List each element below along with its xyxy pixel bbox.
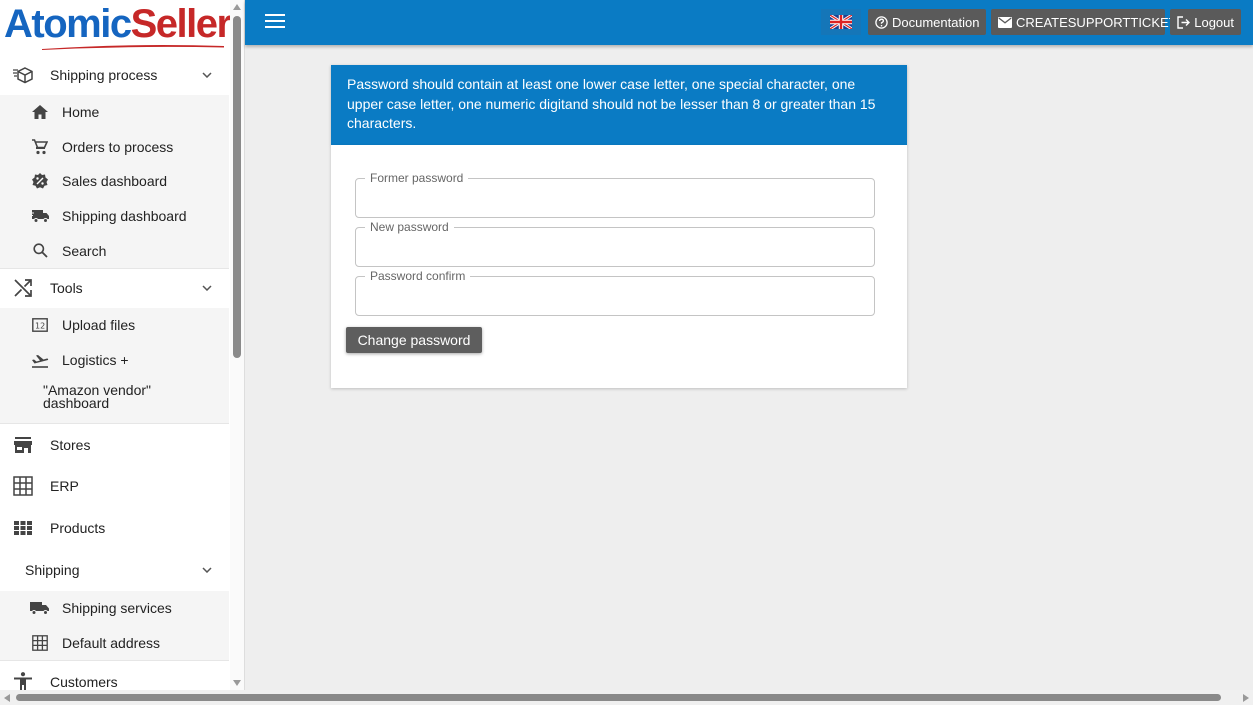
password-confirm-label: Password confirm: [365, 269, 471, 283]
horizontal-scrollbar[interactable]: [0, 690, 1253, 705]
grid-icon: [30, 633, 50, 653]
logo-swoosh-icon: [42, 45, 224, 50]
menu-item-label: Stores: [50, 436, 91, 453]
menu-group-label: Shipping process: [50, 67, 158, 83]
sidebar-item-shipping-dashboard[interactable]: Shipping dashboard: [0, 199, 229, 234]
scroll-right-arrow-icon[interactable]: [1243, 694, 1249, 702]
grid-icon: [12, 475, 34, 497]
menu-item-label: ERP: [50, 478, 79, 495]
menu-group-tools[interactable]: Tools: [0, 267, 229, 308]
sidebar-item-label: Logistics +: [62, 351, 129, 368]
sidebar: AtomicSeller Shipping process Home Order…: [0, 0, 245, 690]
home-icon: [30, 102, 50, 122]
menu-group-label: Tools: [50, 280, 83, 297]
sidebar-item-customers[interactable]: Customers: [0, 660, 229, 690]
truck-icon: [30, 598, 50, 618]
menu-group-shipping[interactable]: Shipping: [0, 549, 229, 592]
logout-icon: [1177, 15, 1191, 29]
sidebar-item-shipping-services[interactable]: Shipping services: [0, 591, 229, 626]
logo-part-seller: Seller: [130, 2, 232, 46]
search-icon: [30, 241, 50, 261]
sidebar-scrollbar-thumb[interactable]: [233, 16, 241, 358]
sidebar-item-home[interactable]: Home: [0, 95, 229, 130]
hamburger-menu-icon[interactable]: [265, 14, 285, 30]
shipping-process-items: Home Orders to process Sales dashboard S…: [0, 95, 229, 268]
sidebar-item-label: Upload files: [62, 317, 136, 334]
box-list-icon: [12, 64, 34, 86]
password-rules-alert: Password should contain at least one low…: [331, 65, 907, 145]
language-button[interactable]: [821, 9, 861, 35]
logo-part-atomic: Atomic: [4, 2, 132, 46]
former-password-field: Former password: [355, 171, 875, 218]
sidebar-item-products[interactable]: Products: [0, 507, 229, 550]
sidebar-item-label: Search: [62, 242, 107, 259]
sidebar-item-default-address[interactable]: Default address: [0, 626, 229, 661]
chevron-down-icon[interactable]: [197, 560, 217, 580]
scroll-left-arrow-icon[interactable]: [4, 694, 10, 702]
change-password-card: Former password New password Password co…: [331, 145, 907, 388]
tools-items: 12 Upload files Logistics + "Amazon vend…: [0, 307, 229, 424]
number-box-icon: 12: [30, 315, 50, 335]
sidebar-item-label: Shipping dashboard: [62, 208, 187, 225]
scroll-down-arrow-icon[interactable]: [233, 680, 241, 686]
change-password-button[interactable]: Change password: [346, 327, 482, 353]
menu-item-label: Products: [50, 520, 106, 537]
truck-fast-icon: [30, 206, 50, 226]
sidebar-item-amazon-vendor-dashboard[interactable]: "Amazon vendor" dashboard: [0, 377, 229, 423]
chevron-down-icon[interactable]: [197, 65, 217, 85]
create-support-ticket-label: CREATESUPPORTTICKET: [1016, 14, 1177, 30]
sidebar-item-sales-dashboard[interactable]: Sales dashboard: [0, 164, 229, 199]
mail-icon: [998, 15, 1012, 29]
password-rules-text: Password should contain at least one low…: [347, 76, 876, 131]
sidebar-item-erp[interactable]: ERP: [0, 465, 229, 508]
store-icon: [12, 434, 34, 456]
sidebar-scrollbar[interactable]: [230, 0, 244, 690]
badge-percent-icon: [30, 171, 50, 191]
cart-icon: [30, 137, 50, 157]
help-circle-icon: [875, 15, 888, 29]
accessibility-icon: [12, 671, 34, 690]
sidebar-item-upload-files[interactable]: 12 Upload files: [0, 308, 229, 343]
sidebar-item-label: "Amazon vendor" dashboard: [43, 382, 151, 412]
new-password-field: New password: [355, 220, 875, 267]
documentation-label: Documentation: [892, 14, 980, 30]
documentation-button[interactable]: Documentation: [868, 9, 986, 35]
create-support-ticket-button[interactable]: CREATESUPPORTTICKET: [991, 9, 1177, 35]
menu-group-shipping-process[interactable]: Shipping process: [0, 55, 229, 95]
sidebar-item-label: Home: [62, 104, 100, 121]
sidebar-item-label: Sales dashboard: [62, 173, 168, 190]
menu-shipping-process: Shipping process Home Orders to process …: [0, 55, 229, 690]
svg-text:12: 12: [35, 322, 45, 331]
logout-button[interactable]: Logout: [1170, 9, 1241, 35]
logo-text: AtomicSeller: [4, 2, 232, 46]
logout-label: Logout: [1194, 14, 1234, 30]
flight-takeoff-icon: [30, 350, 50, 370]
sidebar-item-orders-to-process[interactable]: Orders to process: [0, 130, 229, 165]
apps-icon: [12, 517, 34, 539]
former-password-label: Former password: [365, 171, 469, 185]
shipping-items: Shipping services Default address: [0, 591, 229, 661]
new-password-label: New password: [365, 220, 454, 234]
sidebar-item-label: Orders to process: [62, 138, 174, 155]
sidebar-item-stores[interactable]: Stores: [0, 423, 229, 466]
menu-group-label: Shipping: [25, 562, 80, 579]
sidebar-item-label: Default address: [62, 635, 161, 652]
sidebar-item-label: Shipping services: [62, 600, 172, 617]
sidebar-item-search[interactable]: Search: [0, 233, 229, 268]
topbar: Documentation CREATESUPPORTTICKET Logout: [245, 0, 1253, 45]
password-confirm-field: Password confirm: [355, 269, 875, 316]
uk-flag-icon: [830, 15, 852, 29]
horizontal-scrollbar-thumb[interactable]: [16, 694, 1221, 701]
chevron-down-icon[interactable]: [197, 278, 217, 298]
menu-item-label: Customers: [50, 673, 118, 690]
shuffle-icon: [12, 277, 34, 299]
scroll-up-arrow-icon[interactable]: [233, 4, 241, 10]
sidebar-item-logistics[interactable]: Logistics +: [0, 343, 229, 378]
logo[interactable]: AtomicSeller: [4, 2, 232, 52]
